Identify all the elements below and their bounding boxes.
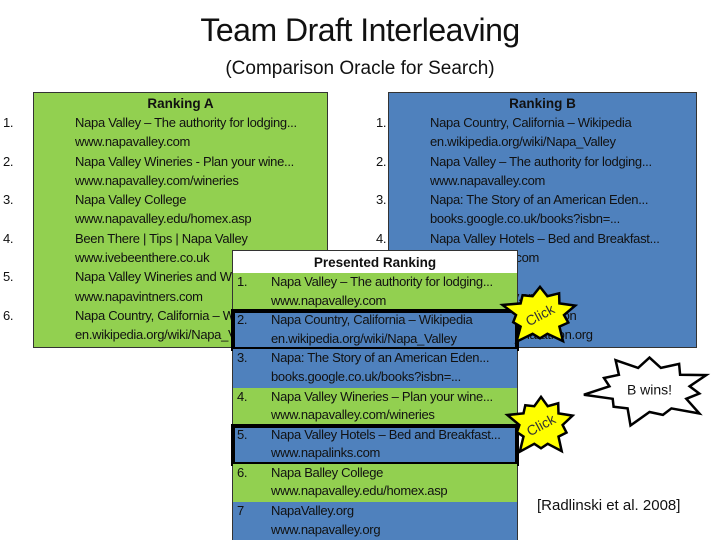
result-url: www.napavalley.com	[430, 172, 546, 188]
result-title: Napa Valley – The authority for lodging.…	[75, 115, 297, 130]
ranking-item: 3. Napa: The Story of an American Eden...…	[376, 190, 696, 229]
result-title: Napa: The Story of an American Eden...	[271, 350, 490, 366]
result-url: www.napavalley.com/wineries	[75, 172, 239, 188]
result-title: Napa Valley Wineries – Plan your wine...	[271, 388, 493, 404]
item-number: 7	[237, 503, 244, 519]
result-title: Napa Valley Wineries - Plan your wine...	[75, 153, 294, 169]
item-number: 2.	[376, 153, 387, 169]
result-title: Napa Valley – The authority for lodging.…	[271, 274, 493, 289]
result-title: Been There | Tips | Napa Valley	[75, 230, 248, 246]
result-title: Napa Balley College	[271, 464, 384, 480]
item-number: 1.	[237, 274, 248, 289]
result-url: www.napavalley.com/wineries	[271, 407, 435, 423]
result-url: books.google.co.uk/books?isbn=...	[271, 368, 461, 384]
presented-item[interactable]: 4. Napa Valley Wineries – Plan your wine.…	[233, 387, 517, 426]
item-number: 3.	[237, 350, 248, 366]
result-url: www.napavalley.com	[271, 292, 387, 308]
result-title: Napa Valley College	[75, 192, 187, 208]
result-url: www.napavalley.edu/homex.asp	[75, 211, 252, 227]
presented-ranking-header: Presented Ranking	[313, 255, 437, 270]
ranking-item: 2. Napa Valley Wineries - Plan your wine.…	[3, 152, 327, 191]
click-burst: Click	[504, 394, 576, 455]
item-number: 6.	[3, 307, 14, 323]
click-burst: Click	[499, 284, 579, 345]
item-number: 4.	[376, 230, 387, 246]
item-number: 1.	[3, 115, 14, 130]
presented-ranking-box: Presented Ranking 1. Napa Valley – The au…	[231, 250, 519, 540]
result-url: www.napavalley.com	[75, 134, 191, 150]
item-number: 4.	[3, 230, 14, 246]
item-number: 2.	[237, 312, 248, 328]
presented-item[interactable]: 6. Napa Balley College www.napavalley.edu/…	[233, 463, 517, 503]
ranking-item: 1. Napa Valley – The authority for lodgin…	[3, 113, 327, 152]
item-number: 4.	[237, 388, 248, 404]
result-url: www.napalinks.com	[271, 445, 381, 461]
result-url: en.wikipedia.org/wiki/Napa_Valley	[430, 134, 616, 150]
presented-item[interactable]: 1. Napa Valley – The authority for lodgin…	[233, 273, 517, 312]
burst-label: B wins!	[627, 381, 672, 397]
result-title: Napa: The Story of an American Eden...	[430, 192, 649, 208]
ranking-item: 2. Napa Valley – The authority for lodgin…	[376, 152, 696, 191]
ranking-item: 3. Napa Valley College www.napavalley.edu/…	[3, 190, 327, 229]
presented-item-clicked[interactable]: 5. Napa Valley Hotels – Bed and Breakfast…	[231, 423, 519, 466]
result-title: Napa Valley Hotels – Bed and Breakfast..…	[271, 426, 501, 442]
result-title: Napa Valley Hotels – Bed and Breakfast..…	[430, 230, 660, 246]
item-number: 1.	[376, 115, 387, 130]
presented-item-clicked[interactable]: 2. Napa Country, California – Wikipedia en…	[231, 309, 519, 352]
ranking-item: 1. Napa Country, California – Wikipedia en…	[376, 113, 696, 152]
result-url: www.napavalley.org	[271, 521, 381, 537]
result-url: en.wikipedia.org/wiki/Napa_Valley	[271, 330, 457, 346]
result-title: Napa Country, California – Wikipedia	[430, 115, 632, 130]
result-title: Napa Valley – The authority for lodging.…	[430, 153, 652, 169]
presented-item[interactable]: 7 NapaValley.org www.napavalley.org	[233, 502, 517, 540]
item-number: 2.	[3, 153, 14, 169]
result-title: Napa Country, California – Wikipedia	[271, 312, 473, 328]
slide-subtitle: (Comparison Oracle for Search)	[225, 58, 495, 79]
item-number: 5.	[3, 269, 14, 285]
item-number: 3.	[376, 192, 387, 208]
item-number: 6.	[237, 464, 248, 480]
b-wins-burst: B wins!	[583, 355, 711, 428]
slide-title: Team Draft Interleaving	[200, 12, 520, 48]
result-url: books.google.co.uk/books?isbn=...	[430, 211, 620, 227]
result-title: NapaValley.org	[271, 503, 354, 519]
citation: [Radlinski et al. 2008]	[537, 497, 681, 514]
presented-item[interactable]: 3. Napa: The Story of an American Eden...…	[233, 349, 517, 388]
item-number: 5.	[237, 426, 248, 442]
result-url: www.napavalley.edu/homex.asp	[271, 483, 448, 499]
ranking-a-header: Ranking A	[147, 96, 214, 111]
ranking-b-header: Ranking B	[509, 96, 576, 111]
item-number: 3.	[3, 192, 14, 208]
